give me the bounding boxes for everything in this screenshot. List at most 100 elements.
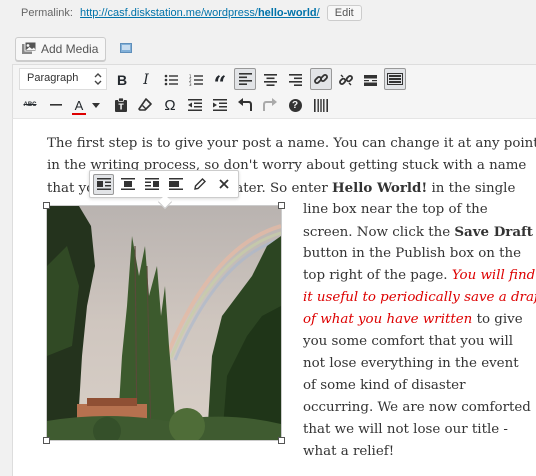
content-bold-text: Save Draft (454, 224, 533, 240)
text-color-swatch (72, 112, 86, 115)
editor-toolbar: Paragraph B I 123 “ ABC A T Ω ? (12, 64, 536, 118)
chevron-down-icon (92, 102, 100, 108)
bold-icon: B (116, 72, 128, 88)
horizontal-line-button[interactable] (45, 94, 67, 116)
decrease-indent-button[interactable] (184, 94, 206, 116)
content-text: occurring. We are now comforted (303, 400, 531, 415)
content-text: that yo (47, 181, 95, 196)
image-toolbar (89, 170, 239, 210)
numbered-list-icon: 123 (189, 74, 203, 86)
permalink-slug: hello-world (257, 6, 317, 19)
permalink-url[interactable]: http://casf.diskstation.me/wordpress/hel… (80, 7, 320, 19)
increase-indent-button[interactable] (209, 94, 231, 116)
align-center-button[interactable] (259, 69, 281, 91)
resize-handle-bottom-left[interactable] (43, 437, 50, 444)
permalink-label: Permalink: (21, 6, 73, 19)
image-remove-button[interactable] (213, 174, 234, 195)
add-media-button[interactable]: Add Media (15, 37, 107, 61)
align-right-icon (288, 74, 302, 86)
add-media-icon (22, 42, 37, 54)
content-text: ater. So enter (235, 181, 333, 196)
undo-icon (238, 98, 252, 111)
media-buttons: Add Media (15, 37, 132, 63)
chevron-down-icon (94, 72, 102, 88)
rainbow-photo (47, 206, 281, 440)
read-more-button[interactable] (359, 69, 381, 91)
align-center-icon (263, 74, 277, 86)
remove-link-icon (339, 74, 353, 86)
read-more-icon (363, 74, 377, 86)
italic-button[interactable]: I (135, 69, 157, 91)
selected-image[interactable] (43, 202, 285, 444)
resize-handle-bottom-right[interactable] (278, 437, 285, 444)
keyboard-shortcuts-icon: ? (288, 98, 302, 112)
image-align-center-button[interactable] (117, 174, 138, 195)
image-no-align-button[interactable] (165, 174, 186, 195)
insert-link-button[interactable] (310, 68, 332, 90)
content-line: not lose everything in the event (303, 353, 527, 375)
align-left-button[interactable] (234, 68, 256, 90)
image-edit-button[interactable] (189, 174, 210, 195)
align-right-icon (144, 178, 159, 190)
bold-button[interactable]: B (111, 69, 133, 91)
bulleted-list-button[interactable] (160, 69, 182, 91)
clear-formatting-icon (138, 98, 152, 111)
content-line: of what you have written to give (303, 309, 527, 331)
content-line: line box near the top of the (303, 199, 527, 221)
insert-link-icon (314, 74, 328, 84)
permalink-edit-button[interactable]: Edit (326, 5, 362, 21)
content-line: button in the Publish box on the (303, 243, 527, 265)
content-text: that we will not lose our title - (303, 422, 508, 437)
image-align-left-button[interactable] (93, 173, 114, 195)
content-bold-text: Hello World! (332, 180, 428, 196)
redo-button[interactable] (259, 94, 281, 116)
paste-as-text-button[interactable]: T (110, 94, 132, 116)
svg-text:T: T (119, 103, 125, 112)
permalink-url-base: http://casf.diskstation.me/wordpress/ (80, 6, 258, 19)
text-color-button[interactable]: A (69, 94, 103, 116)
content-red-italic-text: it useful to periodically save a draft (303, 290, 536, 305)
undo-button[interactable] (234, 94, 256, 116)
decrease-indent-icon (188, 99, 202, 111)
redo-icon (263, 98, 277, 111)
distraction-free-button[interactable] (310, 94, 332, 116)
content-line: you some comfort that you will (303, 331, 527, 353)
content-text: not lose everything in the event (303, 356, 519, 371)
add-media-label: Add Media (41, 42, 99, 56)
permalink-url-tail: / (316, 6, 320, 19)
special-character-button[interactable]: Ω (159, 94, 181, 116)
strikethrough-button[interactable]: ABC (19, 94, 41, 116)
strikethrough-icon: ABC (23, 102, 37, 108)
special-character-icon: Ω (164, 96, 176, 114)
blockquote-button[interactable]: “ (209, 69, 231, 98)
bulleted-list-icon (164, 74, 178, 86)
resize-handle-top-right[interactable] (278, 202, 285, 209)
clear-formatting-button[interactable] (134, 94, 156, 116)
content-line: that we will not lose our title - (303, 419, 527, 441)
content-red-italic-text: of what you have written (303, 312, 473, 327)
text-color-icon: A (74, 97, 84, 113)
svg-text:3: 3 (189, 82, 192, 86)
numbered-list-button[interactable]: 123 (185, 69, 207, 91)
keyboard-shortcuts-button[interactable]: ? (284, 94, 306, 116)
content-line: of some kind of disaster (303, 375, 527, 397)
align-right-button[interactable] (284, 69, 306, 91)
content-text: to give (472, 312, 523, 327)
toolbar-toggle-button[interactable] (384, 68, 406, 90)
image-align-right-button[interactable] (141, 174, 162, 195)
visual-tab-icon[interactable] (120, 42, 132, 57)
wrapped-text: line box near the top of the screen. Now … (303, 199, 536, 463)
content-text: you some comfort that you will (303, 334, 514, 349)
content-red-italic-text: You will find (451, 268, 536, 283)
format-select[interactable]: Paragraph (19, 68, 107, 90)
remove-link-button[interactable] (335, 69, 357, 91)
remove-x-icon (218, 179, 229, 189)
increase-indent-icon (213, 99, 227, 111)
content-line: occurring. We are now comforted (303, 397, 531, 419)
content-text: in the single (427, 181, 516, 196)
align-center-icon (120, 178, 135, 190)
permalink-bar: Permalink: http://casf.diskstation.me/wo… (0, 0, 536, 28)
content-text: what a relief! (303, 444, 395, 459)
italic-icon: I (143, 72, 149, 88)
resize-handle-top-left[interactable] (43, 202, 50, 209)
